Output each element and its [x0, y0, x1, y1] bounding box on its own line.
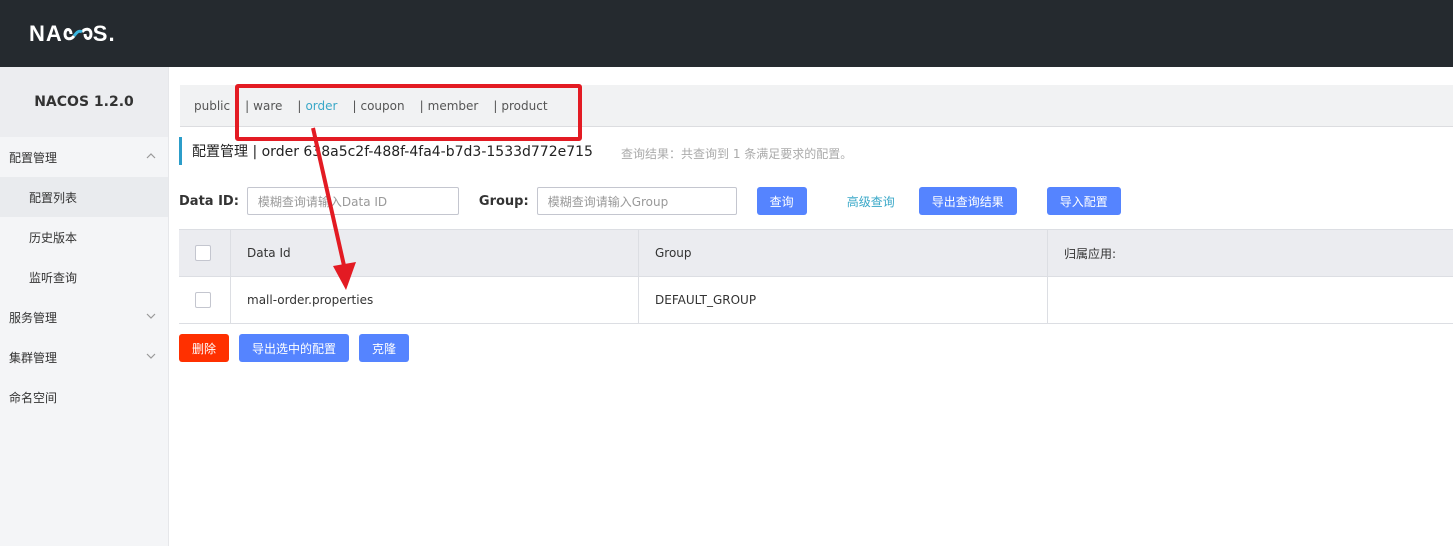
namespace-separator: |: [297, 98, 302, 113]
chevron-down-icon: [146, 313, 156, 319]
advanced-query-link[interactable]: 高级查询: [847, 193, 895, 210]
sidebar-item-namespace[interactable]: 命名空间: [0, 377, 168, 417]
config-table: Data Id Group 归属应用: mall-order.propertie…: [179, 229, 1453, 324]
top-bar: NA S .: [0, 0, 1453, 67]
namespace-order[interactable]: order: [305, 99, 337, 113]
sidebar-item-label: 配置管理: [9, 150, 58, 165]
delete-button[interactable]: 删除: [179, 334, 229, 362]
version-label: NACOS 1.2.0: [0, 67, 168, 137]
namespace-ware[interactable]: ware: [253, 99, 282, 113]
row-checkbox[interactable]: [195, 292, 211, 308]
select-all-checkbox[interactable]: [195, 245, 211, 261]
table-header-row: Data Id Group 归属应用:: [179, 230, 1453, 277]
dataid-cell: mall-order.properties: [231, 277, 639, 323]
sidebar-item-listener-query[interactable]: 监听查询: [0, 257, 168, 297]
sidebar-item-label: 历史版本: [29, 230, 78, 245]
column-header-app[interactable]: 归属应用:: [1048, 230, 1453, 276]
search-bar: Data ID: 模糊查询请输入Data ID Group: 模糊查询请输入Gr…: [179, 187, 1121, 215]
select-all-cell: [179, 230, 231, 276]
sidebar: NACOS 1.2.0 配置管理 配置列表 历史版本 监听查询 服务管理 集群管…: [0, 67, 169, 546]
group-search-input[interactable]: 模糊查询请输入Group: [536, 187, 737, 215]
namespace-separator: |: [245, 98, 250, 113]
sidebar-item-config-management[interactable]: 配置管理: [0, 137, 168, 177]
group-cell: DEFAULT_GROUP: [639, 277, 1048, 323]
logo-text-start: NA: [29, 21, 63, 46]
logo-infinity-icon: [63, 24, 93, 44]
sidebar-item-label: 配置列表: [29, 190, 78, 205]
column-header-dataid[interactable]: Data Id: [231, 230, 639, 276]
sidebar-item-label: 监听查询: [29, 270, 78, 285]
nacos-logo[interactable]: NA S .: [29, 20, 116, 48]
namespace-coupon[interactable]: coupon: [360, 99, 404, 113]
sidebar-item-label: 命名空间: [9, 390, 58, 405]
sidebar-item-config-list[interactable]: 配置列表: [0, 177, 168, 217]
sidebar-item-label: 服务管理: [9, 310, 58, 325]
chevron-down-icon: [146, 353, 156, 359]
dataid-label: Data ID:: [179, 193, 239, 209]
sidebar-item-history[interactable]: 历史版本: [0, 217, 168, 257]
query-button[interactable]: 查询: [756, 187, 807, 215]
main-content: public | ware | order | coupon | member …: [170, 67, 1453, 546]
namespace-separator: |: [419, 98, 424, 113]
dataid-search-input[interactable]: 模糊查询请输入Data ID: [246, 187, 459, 215]
logo-dot: .: [108, 21, 116, 46]
bulk-actions: 删除 导出选中的配置 克隆: [179, 334, 409, 362]
group-label: Group:: [478, 193, 529, 209]
namespace-product[interactable]: product: [501, 99, 547, 113]
sidebar-item-cluster-management[interactable]: 集群管理: [0, 337, 168, 377]
logo-text-end: S: [92, 21, 109, 46]
page-title: 配置管理 | order 638a5c2f-488f-4fa4-b7d3-153…: [179, 137, 593, 165]
chevron-up-icon: [146, 153, 156, 159]
clone-button[interactable]: 克隆: [359, 334, 409, 362]
namespace-bar: public | ware | order | coupon | member …: [180, 85, 1453, 127]
namespace-member[interactable]: member: [428, 99, 479, 113]
namespace-separator: |: [352, 98, 357, 113]
sidebar-item-service-management[interactable]: 服务管理: [0, 297, 168, 337]
table-row: mall-order.properties DEFAULT_GROUP: [179, 277, 1453, 324]
app-cell: [1048, 277, 1453, 323]
sidebar-item-label: 集群管理: [9, 350, 58, 365]
namespace-separator: |: [493, 98, 498, 113]
export-selected-button[interactable]: 导出选中的配置: [239, 334, 349, 362]
row-select-cell: [179, 277, 231, 323]
export-results-button[interactable]: 导出查询结果: [918, 187, 1017, 215]
column-header-group[interactable]: Group: [639, 230, 1048, 276]
query-result-hint: 查询结果：共查询到 1 条满足要求的配置。: [621, 147, 853, 161]
import-config-button[interactable]: 导入配置: [1046, 187, 1121, 215]
namespace-public[interactable]: public: [194, 99, 230, 113]
